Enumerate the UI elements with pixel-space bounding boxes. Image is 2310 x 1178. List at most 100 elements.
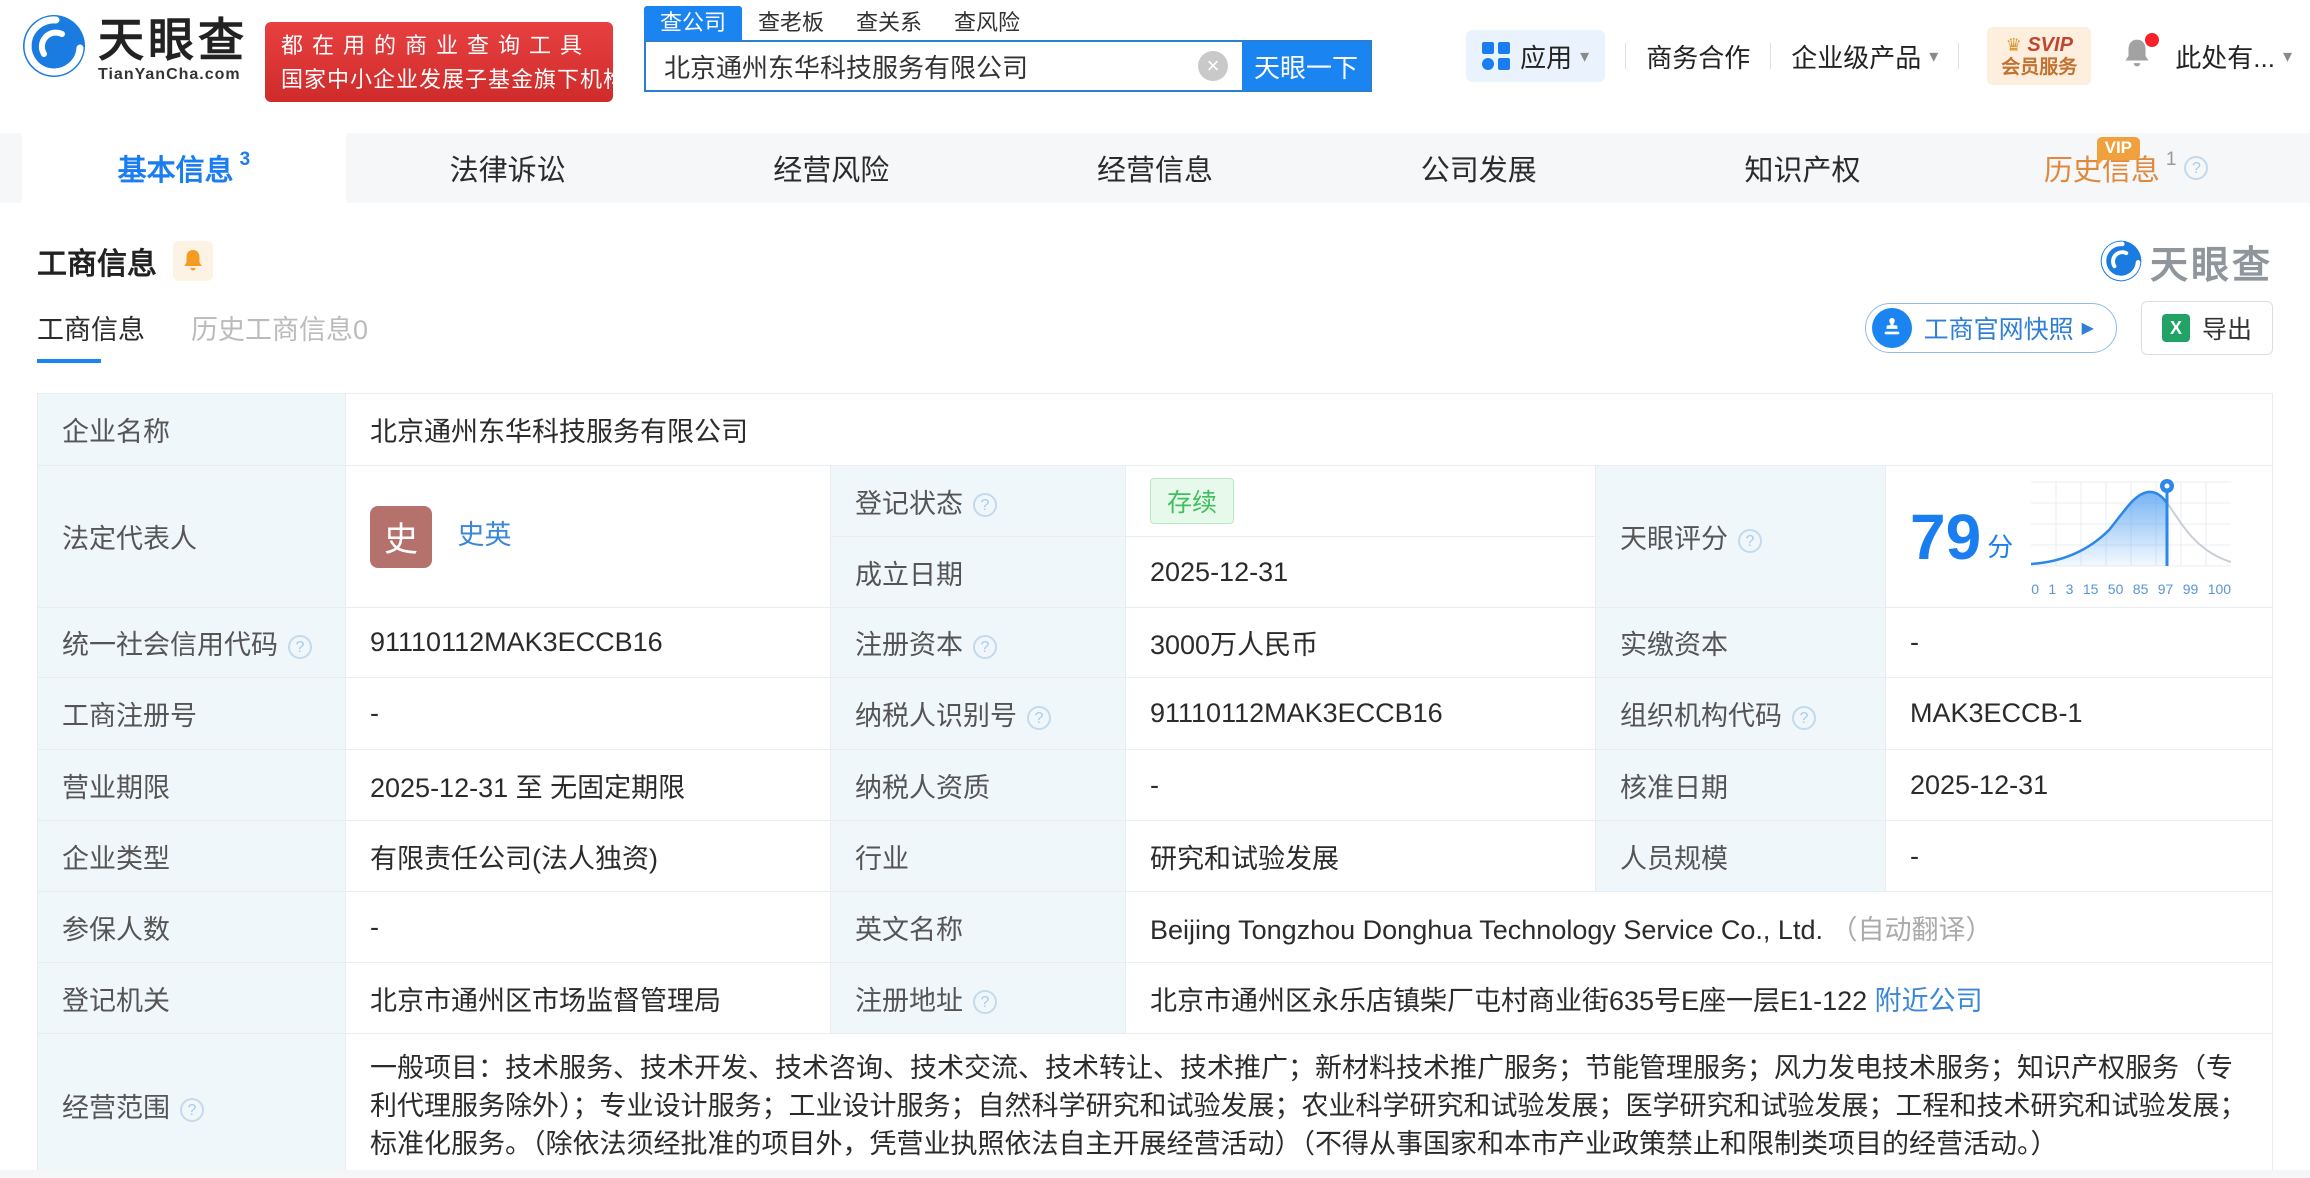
- company-type-label: 企业类型: [38, 821, 346, 892]
- reg-status-label: 登记状态?: [831, 466, 1126, 537]
- legal-rep-link[interactable]: 史英: [458, 520, 512, 550]
- promo-line-2: 国家中小企业发展子基金旗下机构: [281, 64, 597, 96]
- help-icon[interactable]: ?: [1027, 706, 1051, 730]
- official-snapshot-button[interactable]: 工商官网快照 ▶: [1865, 303, 2117, 353]
- business-scope-label: 经营范围?: [38, 1034, 346, 1178]
- score-distribution-chart: 01 315 5085 9799 100: [2031, 476, 2231, 597]
- crown-icon: ♛: [2006, 35, 2022, 55]
- help-icon[interactable]: ?: [973, 493, 997, 517]
- search-input[interactable]: [646, 42, 1198, 90]
- tab-history-info[interactable]: VIP 历史信息 1 ?: [1964, 133, 2288, 203]
- apps-menu[interactable]: 应用 ▾: [1466, 30, 1605, 82]
- taxpayer-quality-label: 纳税人资质: [831, 750, 1126, 821]
- menu-business-coop[interactable]: 商务合作: [1646, 38, 1750, 75]
- table-row: 企业名称 北京通州东华科技服务有限公司: [38, 394, 2273, 466]
- promo-banner: 都在用的商业查询工具 国家中小企业发展子基金旗下机构: [265, 22, 613, 102]
- business-term-value: 2025-12-31 至 无固定期限: [346, 750, 831, 821]
- insured-count-value: -: [346, 892, 831, 963]
- menu-enterprise[interactable]: 企业级产品 ▾: [1791, 38, 1938, 75]
- help-icon[interactable]: ?: [1738, 529, 1762, 553]
- establish-date-value: 2025-12-31: [1126, 537, 1596, 608]
- apps-grid-icon: [1482, 42, 1510, 70]
- help-icon[interactable]: ?: [1792, 706, 1816, 730]
- tab-business-info[interactable]: 经营信息: [993, 133, 1317, 203]
- tab-legal-proceedings[interactable]: 法律诉讼: [346, 133, 670, 203]
- search-component: 查公司 查老板 查关系 查风险 × 天眼一下: [644, 6, 1372, 92]
- tab-operating-risk[interactable]: 经营风险: [669, 133, 993, 203]
- subtab-business-info[interactable]: 工商信息: [37, 308, 145, 363]
- watermark-text: 天眼查: [2150, 234, 2273, 289]
- industry-label: 行业: [831, 821, 1126, 892]
- divider: [1625, 43, 1626, 69]
- tianyancha-logo-icon: [2100, 240, 2142, 282]
- reg-authority-label: 登记机关: [38, 963, 346, 1034]
- taxpayer-id-label: 纳税人识别号?: [831, 678, 1126, 750]
- tab-intellectual-property[interactable]: 知识产权: [1641, 133, 1965, 203]
- english-name-value: Beijing Tongzhou Donghua Technology Serv…: [1126, 892, 2273, 963]
- score-axis-ticks: 01 315 5085 9799 100: [2031, 581, 2231, 597]
- insured-count-label: 参保人数: [38, 892, 346, 963]
- legal-rep-label: 法定代表人: [38, 466, 346, 608]
- tab-count: 3: [240, 149, 251, 171]
- avatar[interactable]: 史: [370, 506, 432, 568]
- table-row: 统一社会信用代码? 91110112MAK3ECCB16 注册资本? 3000万…: [38, 608, 2273, 678]
- clear-search-icon[interactable]: ×: [1198, 51, 1228, 81]
- promo-line-1: 都在用的商业查询工具: [281, 28, 597, 64]
- divider: [1958, 43, 1959, 69]
- svip-membership-button[interactable]: ♛ SVIP 会员服务: [1987, 27, 2091, 85]
- help-icon[interactable]: ?: [288, 635, 312, 659]
- staff-size-label: 人员规模: [1596, 821, 1886, 892]
- reg-status-value: 存续: [1126, 466, 1596, 537]
- logo-title: 天眼查: [98, 14, 248, 66]
- help-icon[interactable]: ?: [2184, 156, 2208, 180]
- notifications-button[interactable]: [2121, 37, 2153, 76]
- arrow-right-icon: ▶: [2082, 318, 2094, 338]
- help-icon[interactable]: ?: [973, 635, 997, 659]
- search-tab-risk[interactable]: 查风险: [938, 6, 1036, 40]
- approval-date-value: 2025-12-31: [1886, 750, 2273, 821]
- apps-label: 应用: [1520, 38, 1572, 75]
- paid-capital-value: -: [1886, 608, 2273, 678]
- search-tab-company[interactable]: 查公司: [644, 6, 742, 40]
- search-tab-boss[interactable]: 查老板: [742, 6, 840, 40]
- establish-date-label: 成立日期: [831, 537, 1126, 608]
- tab-company-development[interactable]: 公司发展: [1317, 133, 1641, 203]
- reg-authority-value: 北京市通州区市场监督管理局: [346, 963, 831, 1034]
- paid-capital-label: 实缴资本: [1596, 608, 1886, 678]
- help-icon[interactable]: ?: [973, 990, 997, 1014]
- credit-code-value: 91110112MAK3ECCB16: [346, 608, 831, 678]
- top-menu: 应用 ▾ 商务合作 企业级产品 ▾ ♛ SVIP 会员服务 此处有... ▾: [1466, 28, 2292, 84]
- chevron-down-icon: ▾: [1929, 46, 1938, 67]
- reg-address-value: 北京市通州区永乐店镇柴厂屯村商业街635号E座一层E1-122 附近公司: [1126, 963, 2273, 1034]
- search-tab-relation[interactable]: 查关系: [840, 6, 938, 40]
- subtab-history-business-info[interactable]: 历史工商信息0: [191, 308, 368, 363]
- section-title: 工商信息: [37, 239, 157, 283]
- excel-icon: X: [2162, 314, 2190, 342]
- approval-date-label: 核准日期: [1596, 750, 1886, 821]
- watermark-logo: 天眼查: [2100, 234, 2273, 289]
- auto-translate-note: （自动翻译）: [1830, 915, 1992, 945]
- table-row: 企业类型 有限责任公司(法人独资) 行业 研究和试验发展 人员规模 -: [38, 821, 2273, 892]
- bell-icon: [181, 248, 205, 274]
- tianyancha-logo[interactable]: 天眼查 TianYanCha.com: [22, 14, 248, 84]
- notification-dot: [2145, 33, 2159, 47]
- tab-basic-info[interactable]: 基本信息 3: [22, 133, 346, 203]
- score-unit: 分: [1987, 527, 2013, 564]
- table-row: 登记机关 北京市通州区市场监督管理局 注册地址? 北京市通州区永乐店镇柴厂屯村商…: [38, 963, 2273, 1034]
- industry-value: 研究和试验发展: [1126, 821, 1596, 892]
- nearby-companies-link[interactable]: 附近公司: [1875, 986, 1983, 1016]
- help-icon[interactable]: ?: [180, 1098, 204, 1122]
- export-button[interactable]: X 导出: [2141, 301, 2273, 355]
- score-label: 天眼评分?: [1596, 466, 1886, 608]
- user-menu[interactable]: 此处有... ▾: [2175, 38, 2292, 75]
- company-nav-tabs: 基本信息 3 法律诉讼 经营风险 经营信息 公司发展 知识产权 VIP 历史信息…: [0, 133, 2310, 203]
- staff-size-value: -: [1886, 821, 2273, 892]
- logo-subtitle: TianYanCha.com: [98, 66, 248, 84]
- stamp-icon: [1872, 308, 1912, 348]
- reg-capital-label: 注册资本?: [831, 608, 1126, 678]
- vip-badge: VIP: [2097, 137, 2140, 160]
- subscribe-bell-button[interactable]: [173, 241, 213, 281]
- org-code-label: 组织机构代码?: [1596, 678, 1886, 750]
- search-button[interactable]: 天眼一下: [1242, 42, 1370, 90]
- header: 天眼查 TianYanCha.com 都在用的商业查询工具 国家中小企业发展子基…: [0, 0, 2310, 133]
